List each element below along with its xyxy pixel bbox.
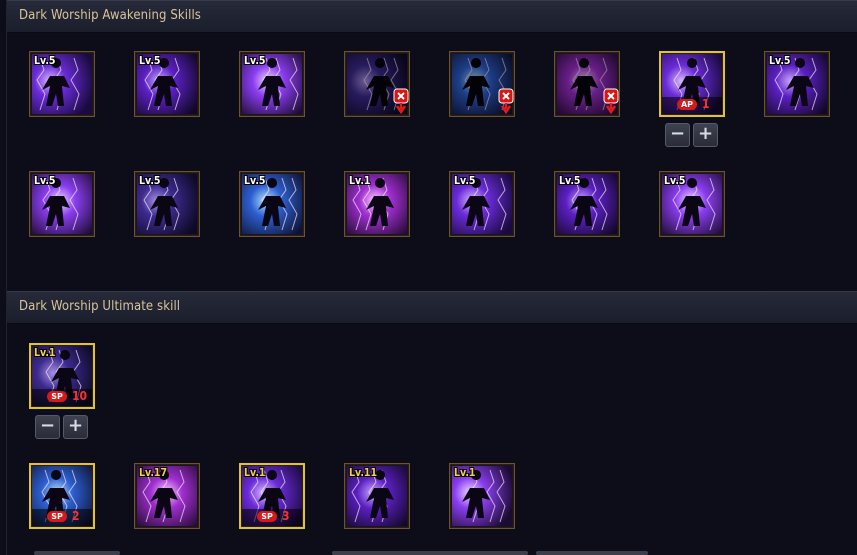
skill-slot[interactable]: Lv.5 [134,51,200,117]
scrollbar-segment [332,551,528,555]
skill-cost: SP 10 [32,389,92,406]
skill-slot[interactable]: Lv.5 [764,51,830,117]
cost-value: 3 [282,509,290,523]
skill-cost: AP 1 [662,97,722,114]
skill-level-label: Lv.5 [454,175,476,187]
skill-slot[interactable]: AP 1 [659,51,725,117]
panel-divider [6,0,7,555]
skill-level-label: Lv.1 [349,175,371,187]
locked-x-icon [498,88,514,115]
scrollbar-segment [536,551,648,555]
skill-cost: SP 3 [242,509,302,526]
cost-type-badge: SP [257,511,277,522]
skill-slot[interactable]: Lv.5 [29,51,95,117]
decrease-level-button[interactable]: − [665,123,690,147]
cost-type-badge: SP [47,391,67,402]
skill-slot[interactable]: Lv.1 [344,171,410,237]
increase-level-button[interactable]: + [63,415,88,439]
skill-slot[interactable] [554,51,620,117]
cost-type-badge: SP [47,511,67,522]
skill-slot[interactable]: Lv.5 [29,171,95,237]
awakening-section-header: Dark Worship Awakening Skills [7,0,857,33]
skill-slot[interactable]: Lv.5 [449,171,515,237]
cost-value: 1 [702,97,710,111]
skill-level-label: Lv.5 [139,175,161,187]
skill-slot[interactable]: SP 2 [29,463,95,529]
skill-slot[interactable]: Lv.1 [449,463,515,529]
scrollbar-segment [34,551,120,555]
skill-slot[interactable]: Lv.1 SP 3 [239,463,305,529]
skill-slot[interactable]: Lv.5 [659,171,725,237]
skill-level-label: Lv.1 [244,467,266,479]
locked-x-icon [393,88,409,115]
cost-value: 2 [72,509,80,523]
locked-x-icon [603,88,619,115]
skill-slot[interactable]: Lv.1 SP 10 [29,343,95,409]
skill-level-label: Lv.1 [34,347,56,359]
skill-level-stepper: − + [665,123,719,147]
skill-slot[interactable]: Lv.5 [134,171,200,237]
skill-slot[interactable]: Lv.5 [554,171,620,237]
skill-slot[interactable] [449,51,515,117]
skill-panel [0,0,857,555]
skill-cost: SP 2 [32,509,92,526]
skill-level-label: Lv.1 [454,467,476,479]
cost-value: 10 [72,389,88,403]
cost-type-badge: AP [677,99,697,110]
skill-level-label: Lv.5 [34,175,56,187]
decrease-level-button[interactable]: − [35,415,60,439]
skill-level-label: Lv.5 [559,175,581,187]
skill-level-label: Lv.5 [244,55,266,67]
skill-level-label: Lv.5 [244,175,266,187]
skill-level-label: Lv.17 [139,467,168,479]
skill-level-label: Lv.5 [139,55,161,67]
skill-level-label: Lv.5 [34,55,56,67]
skill-level-stepper: − + [35,415,89,439]
ultimate-section-header: Dark Worship Ultimate skill [7,291,857,324]
skill-level-label: Lv.5 [769,55,791,67]
skill-slot[interactable]: Lv.5 [239,51,305,117]
awakening-section-title: Dark Worship Awakening Skills [19,8,201,23]
skill-slot[interactable]: Lv.5 [239,171,305,237]
ultimate-section-title: Dark Worship Ultimate skill [19,299,181,314]
skill-level-label: Lv.5 [664,175,686,187]
skill-level-label: Lv.11 [349,467,378,479]
skill-slot[interactable]: Lv.17 [134,463,200,529]
increase-level-button[interactable]: + [693,123,718,147]
skill-slot[interactable] [344,51,410,117]
skill-slot[interactable]: Lv.11 [344,463,410,529]
